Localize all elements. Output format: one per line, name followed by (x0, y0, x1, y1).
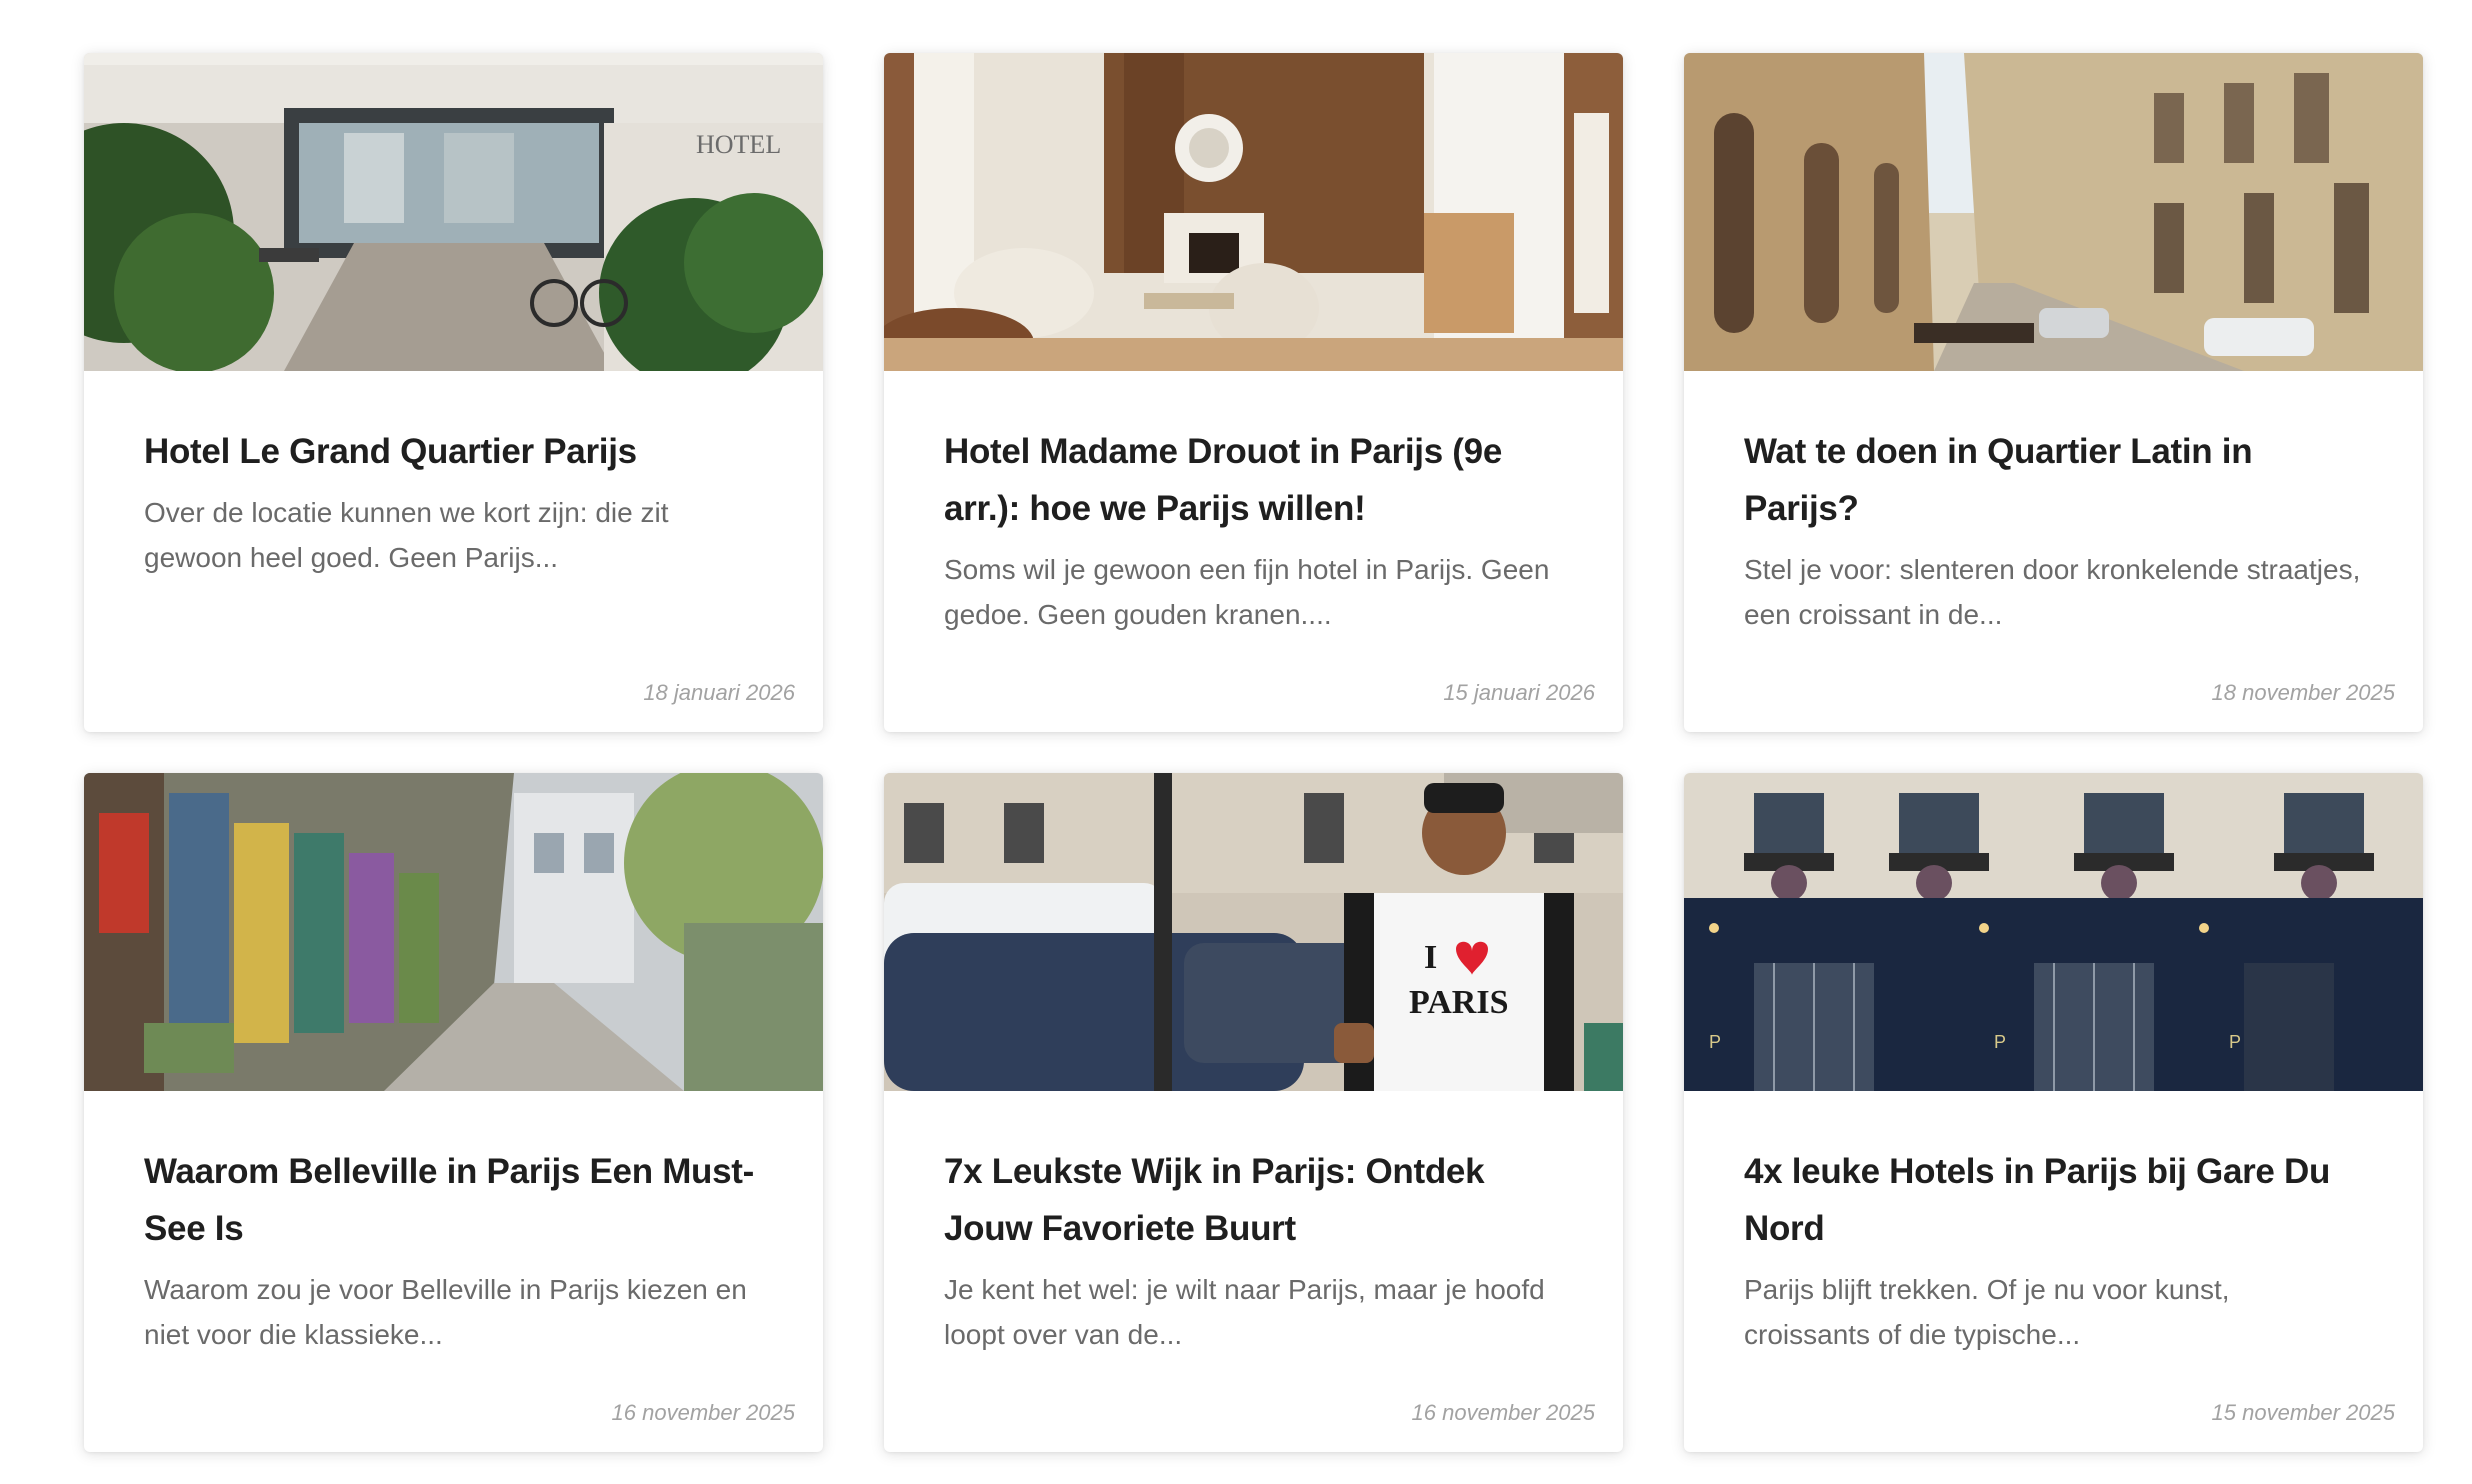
facade-letter-3: P (2229, 1032, 2241, 1052)
post-thumbnail[interactable] (884, 53, 1623, 371)
post-excerpt: Over de locatie kunnen we kort zijn: die… (144, 497, 669, 573)
post-date: 18 november 2025 (2211, 680, 2395, 705)
post-title[interactable]: Wat te doen in Quartier Latin in Parijs? (1744, 423, 2363, 537)
post-title[interactable]: 4x leuke Hotels in Parijs bij Gare Du No… (1744, 1143, 2363, 1257)
man-i-love-paris-shirt-photo: I PARIS (884, 773, 1623, 1091)
shirt-text-i: I (1424, 939, 1437, 976)
post-excerpt: Parijs blijft trekken. Of je nu voor kun… (1744, 1274, 2230, 1350)
post-date: 16 november 2025 (611, 1400, 795, 1425)
post-excerpt: Stel je voor: slenteren door kronkelende… (1744, 554, 2361, 630)
hotel-lobby-photo (884, 53, 1623, 371)
post-date: 15 januari 2026 (1443, 680, 1595, 705)
facade-letter-1: P (1709, 1032, 1721, 1052)
post-thumbnail[interactable] (1684, 53, 2423, 371)
hotel-entrance-photo: HOTEL (84, 53, 823, 371)
post-card[interactable]: I PARIS 7x Leukste Wijk in Parijs: Ontde… (884, 773, 1623, 1452)
post-card[interactable]: Wat te doen in Quartier Latin in Parijs?… (1684, 53, 2423, 732)
post-excerpt: Je kent het wel: je wilt naar Parijs, ma… (944, 1274, 1545, 1350)
post-card[interactable]: P P P 4x leuke Hotels in Parijs bij Gare… (1684, 773, 2423, 1452)
post-card[interactable]: Waarom Belleville in Parijs Een Must-See… (84, 773, 823, 1452)
post-grid: HOTEL Hotel Le Grand Quartier Parijs Ove… (84, 53, 2424, 1452)
post-thumbnail[interactable]: P P P (1684, 773, 2423, 1091)
post-date: 16 november 2025 (1411, 1400, 1595, 1425)
post-title[interactable]: Hotel Le Grand Quartier Parijs (144, 423, 763, 480)
facade-letter-2: P (1994, 1032, 2006, 1052)
post-excerpt: Waarom zou je voor Belleville in Parijs … (144, 1274, 747, 1350)
hotel-facade-photo: P P P (1684, 773, 2423, 1091)
post-card[interactable]: Hotel Madame Drouot in Parijs (9e arr.):… (884, 53, 1623, 732)
post-date: 18 januari 2026 (643, 680, 795, 705)
post-thumbnail[interactable]: HOTEL (84, 53, 823, 371)
post-title[interactable]: Hotel Madame Drouot in Parijs (9e arr.):… (944, 423, 1563, 537)
post-title[interactable]: 7x Leukste Wijk in Parijs: Ontdek Jouw F… (944, 1143, 1563, 1257)
hotel-sign-text: HOTEL (696, 130, 781, 159)
graffiti-street-photo (84, 773, 823, 1091)
shirt-text-paris: PARIS (1409, 984, 1509, 1021)
post-card[interactable]: HOTEL Hotel Le Grand Quartier Parijs Ove… (84, 53, 823, 732)
post-date: 15 november 2025 (2211, 1400, 2395, 1425)
post-thumbnail[interactable] (84, 773, 823, 1091)
post-excerpt: Soms wil je gewoon een fijn hotel in Par… (944, 554, 1550, 630)
paris-street-photo (1684, 53, 2423, 371)
post-thumbnail[interactable]: I PARIS (884, 773, 1623, 1091)
post-title[interactable]: Waarom Belleville in Parijs Een Must-See… (144, 1143, 763, 1257)
